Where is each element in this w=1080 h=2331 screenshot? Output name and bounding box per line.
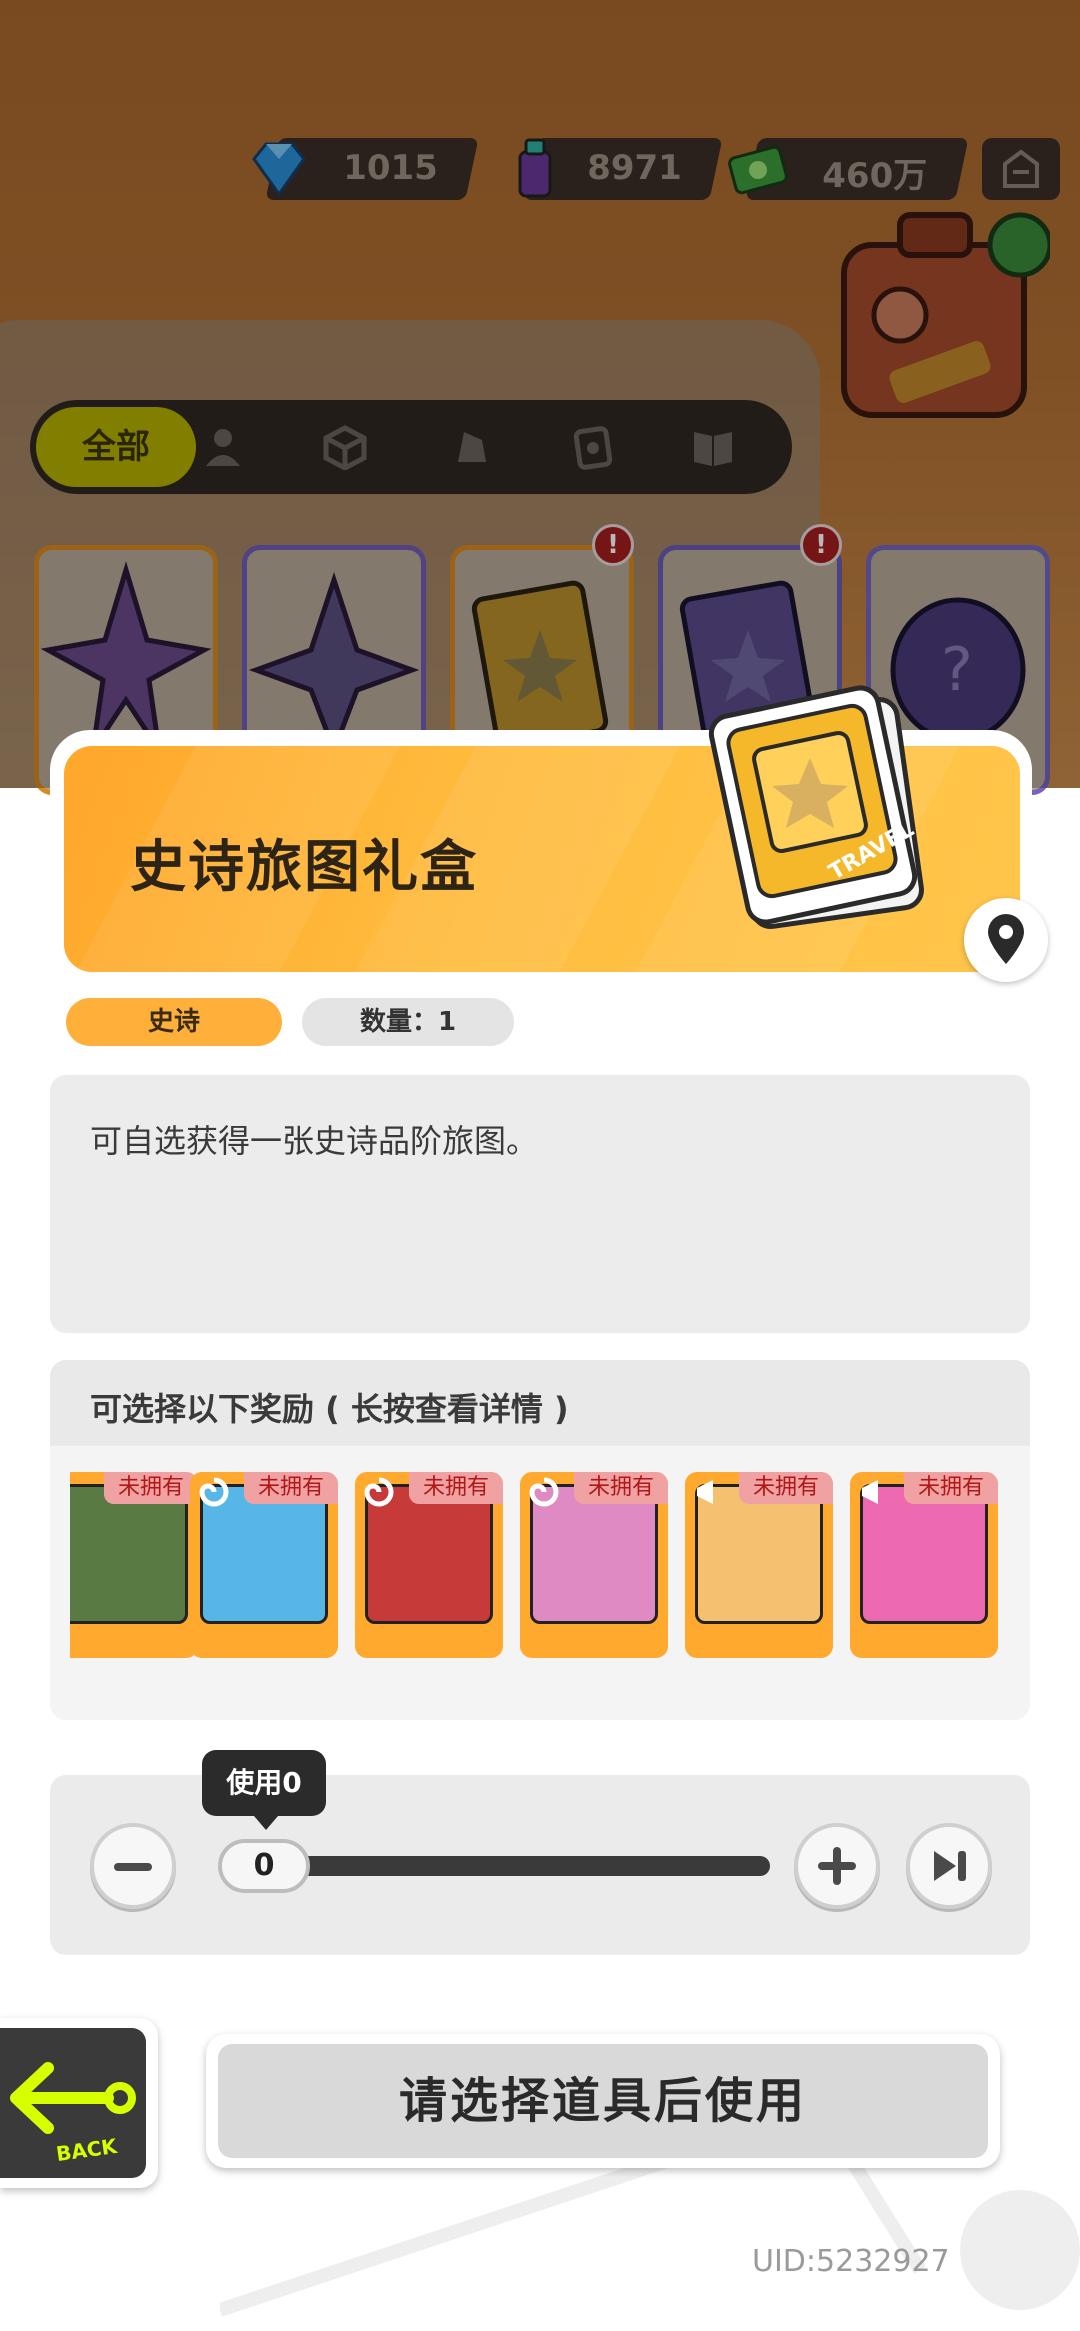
reward-list[interactable]: 未拥有 未拥有 未拥有 未拥有 未拥有 未拥有: [70, 1472, 1000, 1660]
megaphone-icon: [862, 1480, 878, 1504]
modal-overlay: [0, 0, 1080, 788]
quantity-badge: 数量：1: [302, 998, 514, 1046]
unowned-tag: 未拥有: [904, 1472, 998, 1504]
back-button[interactable]: BACK: [0, 2018, 158, 2188]
description-box: [50, 1075, 1030, 1333]
decrease-button[interactable]: [90, 1823, 176, 1909]
increase-button[interactable]: [794, 1823, 880, 1909]
reward-card[interactable]: 未拥有: [190, 1472, 338, 1658]
use-item-button[interactable]: 请选择道具后使用: [206, 2034, 1000, 2168]
reward-card[interactable]: 未拥有: [70, 1472, 198, 1658]
swirl-icon: [199, 1477, 229, 1507]
megaphone-icon: [697, 1480, 713, 1504]
swirl-icon: [364, 1477, 394, 1507]
unowned-tag: 未拥有: [574, 1472, 668, 1504]
reward-card[interactable]: 未拥有: [850, 1472, 998, 1658]
unowned-tag: 未拥有: [739, 1472, 833, 1504]
quantity-slider-thumb[interactable]: 0: [218, 1839, 310, 1893]
reward-card-art: [70, 1484, 188, 1624]
back-label: BACK: [54, 2133, 119, 2167]
location-pin-icon: [988, 914, 1024, 964]
reward-card[interactable]: 未拥有: [355, 1472, 503, 1658]
travel-card-icon: TRAVEL: [708, 685, 924, 929]
reward-card[interactable]: 未拥有: [520, 1472, 668, 1658]
item-description: 可自选获得一张史诗品阶旅图。: [90, 1122, 539, 1160]
plus-icon: [818, 1847, 856, 1885]
unowned-tag: 未拥有: [244, 1472, 338, 1504]
item-title: 史诗旅图礼盒: [130, 835, 478, 900]
locate-item-button[interactable]: [964, 898, 1048, 982]
reward-card[interactable]: 未拥有: [685, 1472, 833, 1658]
back-arrow-icon: [10, 2062, 136, 2134]
max-quantity-button[interactable]: [906, 1823, 992, 1909]
user-id: UID:5232927: [752, 2244, 950, 2279]
skip-to-end-icon: [934, 1851, 966, 1881]
rarity-badge: 史诗: [66, 998, 282, 1046]
reward-section-title: 可选择以下奖励 ( 长按查看详情 ): [90, 1390, 569, 1428]
unowned-tag: 未拥有: [409, 1472, 503, 1504]
swirl-icon: [529, 1477, 559, 1507]
use-count-tooltip: 使用0: [202, 1750, 326, 1830]
minus-icon: [114, 1863, 152, 1871]
use-item-label: 请选择道具后使用: [398, 2073, 807, 2129]
unowned-tag: 未拥有: [104, 1472, 198, 1504]
